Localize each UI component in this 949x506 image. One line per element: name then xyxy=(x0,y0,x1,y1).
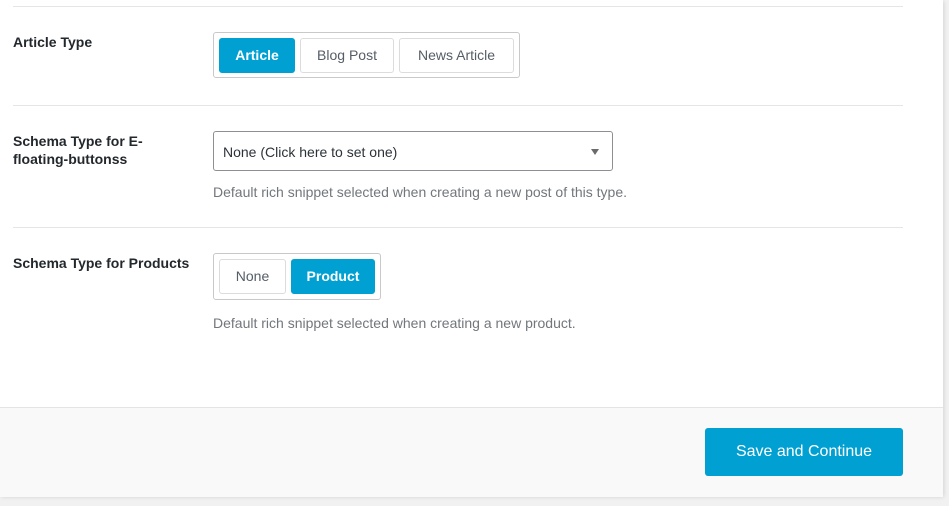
divider xyxy=(13,105,903,106)
divider xyxy=(13,227,903,228)
caret-down-icon xyxy=(591,149,599,155)
save-and-continue-button[interactable]: Save and Continue xyxy=(705,428,903,476)
schema-floating-help-text: Default rich snippet selected when creat… xyxy=(213,184,628,200)
none-option-button[interactable]: None xyxy=(219,259,286,294)
divider xyxy=(13,6,903,7)
article-option-button[interactable]: Article xyxy=(219,38,295,73)
schema-floating-label: Schema Type for E-floating-buttonss xyxy=(13,133,143,167)
blog-post-option-button[interactable]: Blog Post xyxy=(300,38,394,73)
schema-type-select[interactable]: None (Click here to set one) xyxy=(213,131,613,171)
product-option-button[interactable]: Product xyxy=(291,259,375,294)
settings-panel: Article Type Article Blog Post News Arti… xyxy=(0,0,943,497)
schema-type-select-value: None (Click here to set one) xyxy=(223,144,398,160)
news-article-option-button[interactable]: News Article xyxy=(399,38,514,73)
article-type-toggle-group: Article Blog Post News Article xyxy=(213,32,520,78)
schema-products-toggle-group: None Product xyxy=(213,253,381,300)
schema-products-help-text: Default rich snippet selected when creat… xyxy=(213,315,576,331)
schema-products-label: Schema Type for Products xyxy=(13,255,190,271)
article-type-label: Article Type xyxy=(13,34,93,50)
footer-bar: Save and Continue xyxy=(0,407,943,497)
